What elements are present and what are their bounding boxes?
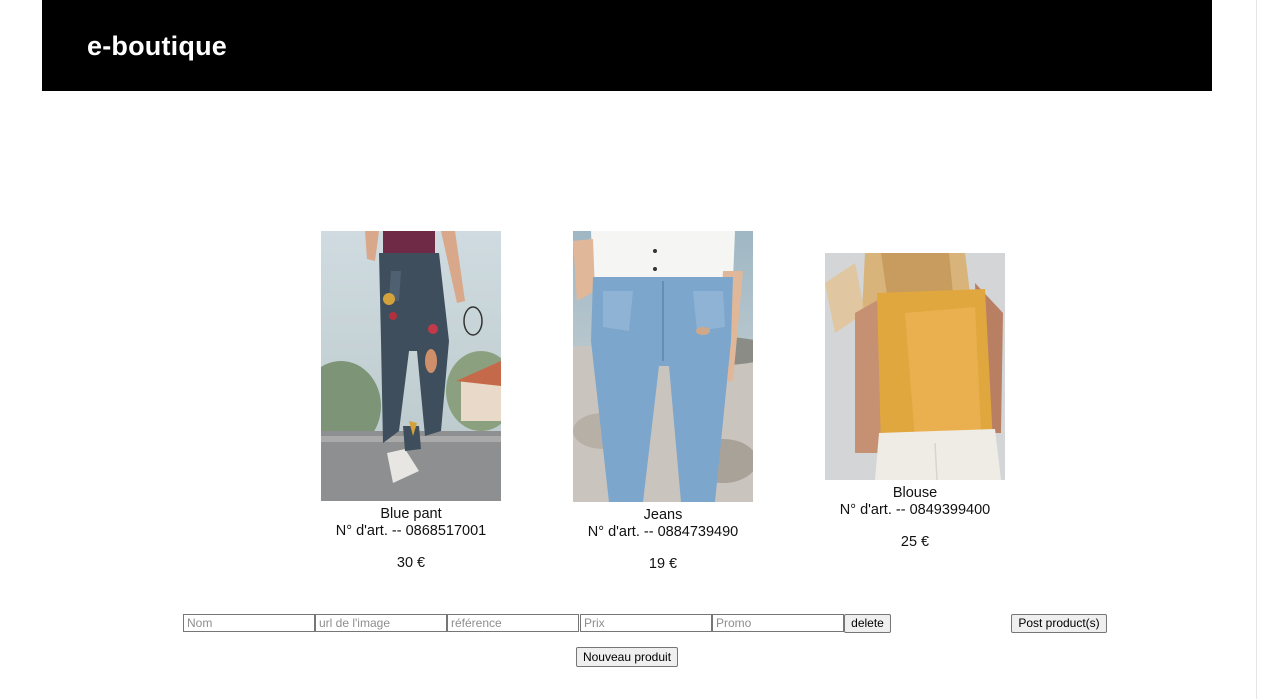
product-name: Jeans [643,507,683,523]
price-input[interactable] [580,614,712,632]
delete-button[interactable]: delete [844,614,891,633]
product-price: 25 € [900,534,930,550]
site-header: e-boutique [42,0,1212,91]
product-card: Jeans N° d'art. -- 0884739490 19 € [573,231,753,573]
product-price: 19 € [648,556,678,572]
product-image [825,253,1005,480]
image-url-input[interactable] [315,614,447,632]
product-price: 30 € [396,555,426,571]
product-name: Blue pant [380,506,442,522]
name-input[interactable] [183,614,315,632]
scrollbar-track[interactable] [1256,0,1257,699]
product-reference: N° d'art. -- 0868517001 [335,523,487,539]
new-product-button[interactable]: Nouveau produit [576,647,678,667]
reference-input[interactable] [447,614,579,632]
product-card: Blouse N° d'art. -- 0849399400 25 € [825,253,1005,551]
site-title: e-boutique [87,31,227,61]
product-reference: N° d'art. -- 0849399400 [839,502,991,518]
promo-input[interactable] [712,614,844,632]
product-name: Blouse [892,485,938,501]
product-image [573,231,753,502]
product-reference: N° d'art. -- 0884739490 [587,524,739,540]
post-products-button[interactable]: Post product(s) [1011,614,1107,633]
product-card: Blue pant N° d'art. -- 0868517001 30 € [321,231,501,572]
product-image [321,231,501,501]
